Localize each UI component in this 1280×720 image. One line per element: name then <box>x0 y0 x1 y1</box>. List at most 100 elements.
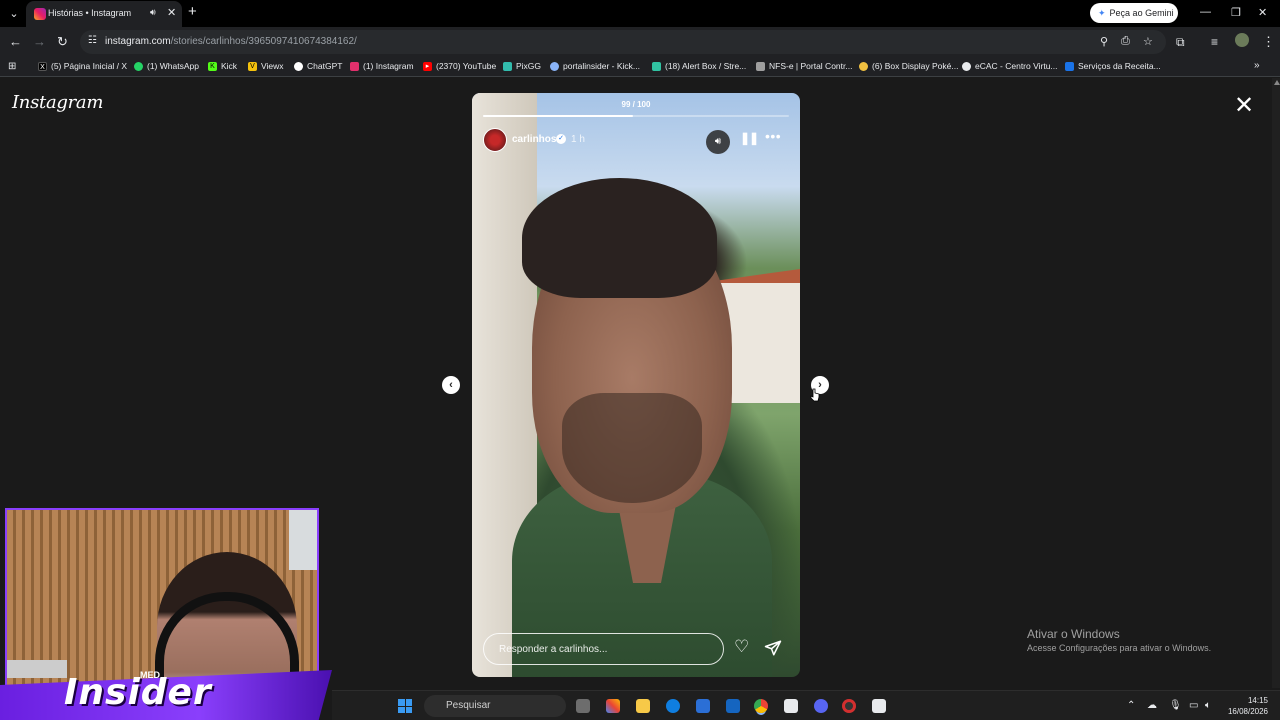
portalinsider-icon <box>550 61 559 71</box>
whatsapp-icon <box>134 61 143 71</box>
profile-avatar[interactable] <box>1235 33 1249 47</box>
bookmark-x[interactable]: X (5) Página Inicial / X <box>38 61 127 71</box>
story-photo-hair <box>522 178 717 298</box>
capcut-icon[interactable] <box>784 699 798 713</box>
tray-onedrive-icon[interactable]: ☁ <box>1147 700 1157 711</box>
copilot-icon[interactable] <box>606 699 620 713</box>
story-progress-bar <box>483 115 789 117</box>
extensions-icon[interactable]: ⧉ <box>1176 34 1185 50</box>
tab-strip: ⌄ Histórias • Instagram 🔊︎ ✕ + ✦ Peça ao … <box>0 0 1280 27</box>
windows-taskbar: ⚲ Pesquisar ⌃ ☁ 🎙︎ ▭ 🔈︎ 14:15 16/08/2026 <box>332 690 1280 720</box>
bookmark-chatgpt[interactable]: ChatGPT <box>294 61 342 71</box>
instagram-logo[interactable]: Instagram <box>12 92 103 113</box>
viewx-icon: V <box>248 61 257 71</box>
page-scrollbar[interactable] <box>1272 78 1280 688</box>
bookmark-kick[interactable]: K Kick <box>208 61 237 71</box>
story-user-avatar[interactable] <box>483 128 507 152</box>
apps-grid-icon[interactable]: ⊞ <box>8 61 16 72</box>
speaker-icon[interactable]: 🔊︎ <box>150 7 156 18</box>
tab-title: Histórias • Instagram <box>48 8 132 18</box>
story-options-icon[interactable]: ••• <box>765 128 781 144</box>
bookmark-viewx[interactable]: V Viewx <box>248 61 284 71</box>
bookmark-label: Viewx <box>261 61 284 71</box>
pause-icon[interactable]: ❚❚ <box>740 131 759 145</box>
bookmark-whatsapp[interactable]: (1) WhatsApp <box>134 61 199 71</box>
bookmark-portalinsider[interactable]: portalinsider - Kick... <box>550 61 640 71</box>
send-icon[interactable] <box>764 639 782 657</box>
task-view-icon[interactable] <box>576 699 590 713</box>
previous-story-chevron-icon[interactable]: ‹ <box>442 376 460 394</box>
streamlabs-icon <box>652 61 661 71</box>
reply-input[interactable] <box>483 633 724 665</box>
site-info-icon[interactable]: ☷ <box>88 35 97 46</box>
minimize-icon[interactable]: — <box>1200 6 1211 18</box>
heart-icon[interactable]: ♡ <box>734 638 749 656</box>
tab-close-icon[interactable]: ✕ <box>167 6 176 19</box>
outlook-icon[interactable] <box>726 699 740 713</box>
volume-icon[interactable]: 🔊︎ <box>706 130 730 154</box>
install-app-icon[interactable]: ⎙ <box>1121 35 1130 48</box>
new-tab-plus-icon[interactable]: + <box>188 4 197 20</box>
clock-time: 14:15 <box>1247 696 1268 705</box>
chrome-icon[interactable] <box>754 699 768 713</box>
bookmark-instagram[interactable]: (1) Instagram <box>350 61 414 71</box>
tray-display-icon[interactable]: ▭ <box>1189 700 1198 711</box>
bookmark-ecac[interactable]: eCAC - Centro Virtu... <box>962 61 1058 71</box>
tab-active[interactable]: Histórias • Instagram 🔊︎ ✕ <box>26 1 182 27</box>
back-arrow-icon[interactable]: ← <box>9 34 22 50</box>
restore-icon[interactable]: ❐ <box>1231 6 1241 19</box>
kick-icon: K <box>208 61 217 71</box>
bookmark-label: (1) WhatsApp <box>147 61 199 71</box>
taskbar-search-box[interactable]: Pesquisar <box>424 695 566 717</box>
url-host: instagram.com <box>105 36 171 47</box>
bookmark-label: (18) Alert Box / Stre... <box>665 61 747 71</box>
story-username[interactable]: carlinhos <box>512 134 556 145</box>
capcut-2-icon[interactable] <box>872 699 886 713</box>
bookmark-pixgg[interactable]: PixGG <box>503 61 541 71</box>
media-controls-icon[interactable]: ≡ <box>1211 34 1218 50</box>
chatgpt-icon <box>294 61 303 71</box>
zoom-icon[interactable]: ⚲ <box>1100 35 1108 48</box>
discord-icon[interactable] <box>814 699 828 713</box>
ecac-icon <box>962 61 971 71</box>
bookmark-alertbox[interactable]: (18) Alert Box / Stre... <box>652 61 746 71</box>
instagram-favicon-icon <box>34 8 46 20</box>
bookmark-label: Kick <box>221 61 238 71</box>
bookmark-nfse[interactable]: NFS-e | Portal Contr... <box>756 61 852 71</box>
tab-search-chevron-icon[interactable]: ⌄ <box>6 6 22 22</box>
close-story-icon[interactable]: ✕ <box>1234 94 1254 118</box>
bookmarks-overflow-icon[interactable]: » <box>1254 60 1260 71</box>
bookmark-label: (6) Box Display Poké... <box>872 61 959 71</box>
tray-mic-icon[interactable]: 🎙︎ <box>1169 700 1182 711</box>
x-icon: X <box>38 61 47 71</box>
bookmark-receita[interactable]: Serviços da Receita... <box>1065 61 1161 71</box>
story-timestamp: 1 h <box>571 134 585 145</box>
tray-volume-icon[interactable]: 🔈︎ <box>1205 700 1211 711</box>
bookmark-label: PixGG <box>516 61 542 71</box>
reload-icon[interactable]: ↻ <box>57 34 68 50</box>
bookmark-youtube[interactable]: ▸ (2370) YouTube <box>423 61 496 71</box>
receita-icon <box>1065 61 1074 71</box>
file-explorer-icon[interactable] <box>636 699 650 713</box>
gemini-button[interactable]: ✦ Peça ao Gemini <box>1090 3 1178 23</box>
address-bar[interactable]: ☷ instagram.com/stories/carlinhos/396509… <box>80 30 1166 54</box>
forward-arrow-icon[interactable]: → <box>33 34 46 50</box>
webcam-overlay <box>5 508 319 688</box>
mouse-cursor-icon <box>810 388 820 402</box>
edge-icon[interactable] <box>666 699 680 713</box>
bookmark-pokemon[interactable]: (6) Box Display Poké... <box>859 61 958 71</box>
taskbar-clock[interactable]: 14:15 16/08/2026 <box>1224 695 1268 717</box>
windows-start-icon[interactable] <box>398 699 412 713</box>
windows-activation-notice: Ativar o Windows Acesse Configurações pa… <box>1027 627 1211 653</box>
store-icon[interactable] <box>696 699 710 713</box>
tray-overflow-chevron-icon[interactable]: ⌃ <box>1127 700 1135 711</box>
bookmark-label: ChatGPT <box>307 61 343 71</box>
url-text[interactable]: instagram.com/stories/carlinhos/39650974… <box>105 36 357 47</box>
bookmark-label: portalinsider - Kick... <box>563 61 640 71</box>
window-close-icon[interactable]: ✕ <box>1258 6 1267 19</box>
obs-icon[interactable] <box>842 699 856 713</box>
kebab-menu-icon[interactable]: ⋮ <box>1262 34 1275 50</box>
story-card[interactable]: 99 / 100 carlinhos ✓ 1 h 🔊︎ ❚❚ ••• ♡ <box>472 93 800 677</box>
bookmark-star-icon[interactable]: ☆ <box>1143 35 1153 48</box>
story-progress-fill <box>483 115 633 117</box>
